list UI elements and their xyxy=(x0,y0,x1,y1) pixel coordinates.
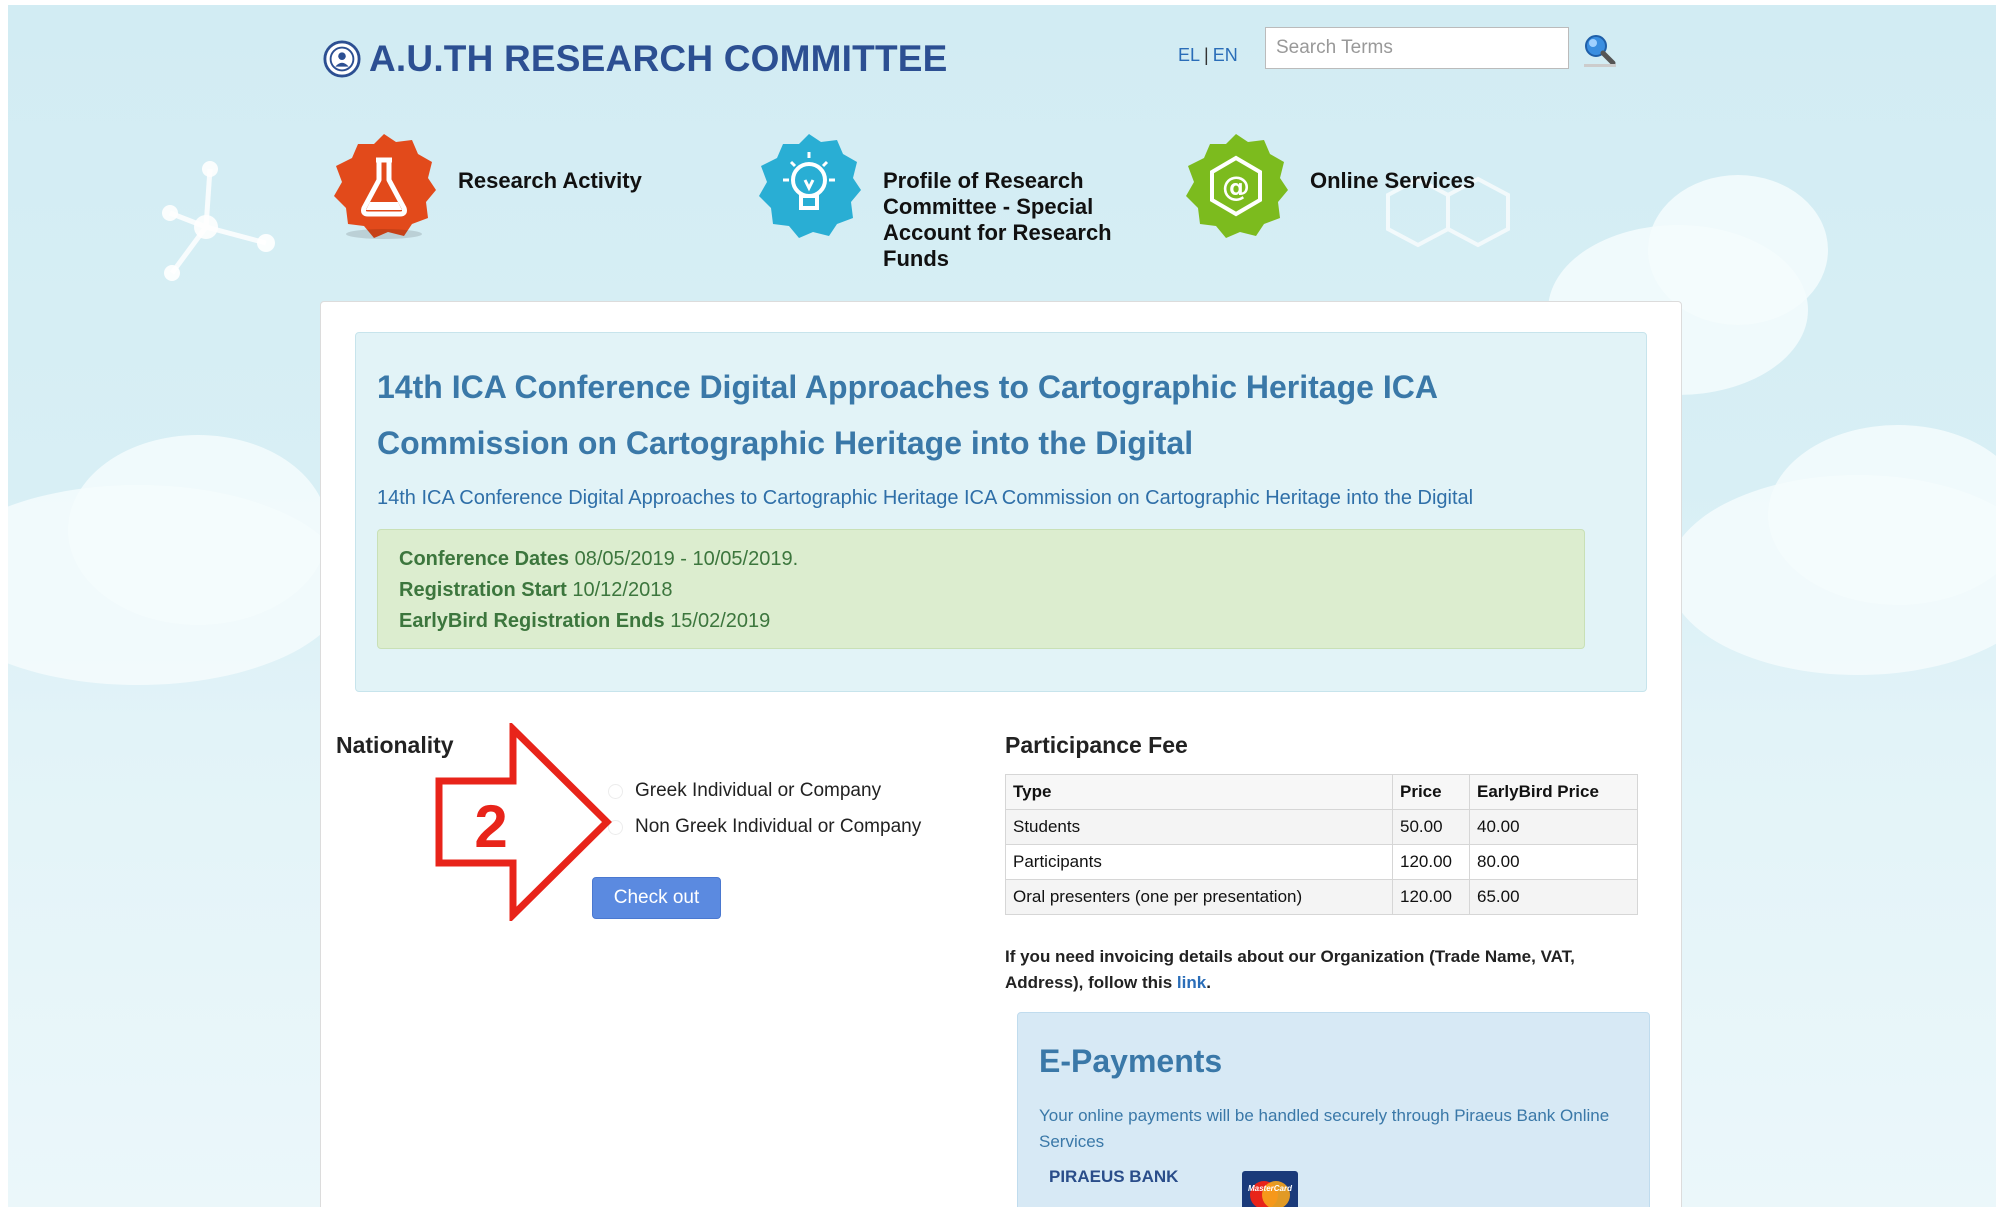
radio-option-non-greek[interactable]: Non Greek Individual or Company xyxy=(608,816,921,838)
conference-dates-box: Conference Dates 08/05/2019 - 10/05/2019… xyxy=(377,529,1585,649)
radio-non-greek-label: Non Greek Individual or Company xyxy=(635,816,922,837)
invoice-link[interactable]: link xyxy=(1177,973,1206,992)
mastercard-text: MasterCard xyxy=(1248,1184,1293,1193)
invoice-note-text: If you need invoicing details about our … xyxy=(1005,947,1575,992)
radio-greek-label: Greek Individual or Company xyxy=(635,780,882,801)
fee-price-cell: 50.00 xyxy=(1392,809,1470,845)
lang-separator: | xyxy=(1204,45,1209,65)
lang-en-link[interactable]: EN xyxy=(1213,45,1238,65)
page-background: A.U.TH RESEARCH COMMITTEE EL|EN Research… xyxy=(8,5,1996,1207)
fee-earlybird-cell: 40.00 xyxy=(1469,809,1638,845)
fee-earlybird-cell: 80.00 xyxy=(1469,844,1638,880)
annotation-arrow-icon: 2 xyxy=(435,723,612,921)
flask-icon xyxy=(334,134,436,239)
background-cloud xyxy=(68,435,328,625)
invoice-note-end: . xyxy=(1206,973,1211,992)
fee-table: Type Price EarlyBird Price Students 50.0… xyxy=(1005,774,1638,915)
nav-online-label: Online Services xyxy=(1310,168,1476,193)
annotation-number: 2 xyxy=(474,793,507,860)
fee-type-cell: Oral presenters (one per presentation) xyxy=(1005,879,1393,915)
radio-option-greek[interactable]: Greek Individual or Company xyxy=(608,780,881,802)
epayments-text: Your online payments will be handled sec… xyxy=(1039,1106,1610,1151)
epayments-box: E-Payments Your online payments will be … xyxy=(1017,1012,1650,1207)
fee-col-type: Type xyxy=(1005,774,1393,810)
molecule-decoration-icon xyxy=(162,161,275,281)
lightbulb-icon xyxy=(759,134,861,238)
fee-table-header: Type Price EarlyBird Price xyxy=(1005,774,1638,810)
fee-price-cell: 120.00 xyxy=(1392,879,1470,915)
site-title: A.U.TH RESEARCH COMMITTEE xyxy=(369,38,948,79)
nav-profile-committee[interactable]: Profile of Research Committee - Special … xyxy=(753,130,1123,272)
fee-type-cell: Students xyxy=(1005,809,1393,845)
conference-dates-row: Conference Dates 08/05/2019 - 10/05/2019… xyxy=(399,548,799,570)
registration-start-row: Registration Start 10/12/2018 xyxy=(399,579,673,601)
language-switcher: EL | EN xyxy=(1178,45,1238,66)
magnifier-icon[interactable] xyxy=(1582,32,1618,68)
table-row: Students 50.00 40.00 xyxy=(1005,809,1638,845)
conference-info-box: 14th ICA Conference Digital Approaches t… xyxy=(355,332,1647,692)
table-row: Oral presenters (one per presentation) 1… xyxy=(1005,879,1638,915)
mastercard-icon: MasterCard xyxy=(1242,1171,1298,1207)
piraeus-bank-logo: PIRAEUS BANK xyxy=(1049,1167,1179,1186)
epayments-title: E-Payments xyxy=(1039,1043,1223,1079)
lang-el-link[interactable]: EL xyxy=(1178,45,1200,65)
main-panel: 14th ICA Conference Digital Approaches t… xyxy=(320,301,1682,1207)
fee-col-price: Price xyxy=(1392,774,1470,810)
nav-research-activity[interactable]: Research Activity xyxy=(328,130,642,242)
site-logo[interactable]: A.U.TH RESEARCH COMMITTEE xyxy=(323,37,948,81)
university-seal-icon xyxy=(323,40,361,78)
search-input[interactable] xyxy=(1265,27,1569,69)
svg-text:@: @ xyxy=(1222,170,1250,203)
earlybird-end-row: EarlyBird Registration Ends 15/02/2019 xyxy=(399,610,771,632)
at-sign-icon: @ xyxy=(1186,134,1288,238)
nav-research-label: Research Activity xyxy=(458,168,642,193)
conference-subtitle: 14th ICA Conference Digital Approaches t… xyxy=(377,487,1474,509)
nav-online-services[interactable]: @ Online Services xyxy=(1180,130,1475,242)
invoice-note: If you need invoicing details about our … xyxy=(1005,944,1615,996)
conference-title: 14th ICA Conference Digital Approaches t… xyxy=(377,369,1437,461)
fee-type-cell: Participants xyxy=(1005,844,1393,880)
fee-price-cell: 120.00 xyxy=(1392,844,1470,880)
fee-earlybird-cell: 65.00 xyxy=(1469,879,1638,915)
fee-col-earlybird: EarlyBird Price xyxy=(1469,774,1638,810)
fee-title: Participance Fee xyxy=(1005,732,1188,758)
table-row: Participants 120.00 80.00 xyxy=(1005,844,1638,880)
nav-profile-label: Profile of Research Committee - Special … xyxy=(883,168,1112,271)
